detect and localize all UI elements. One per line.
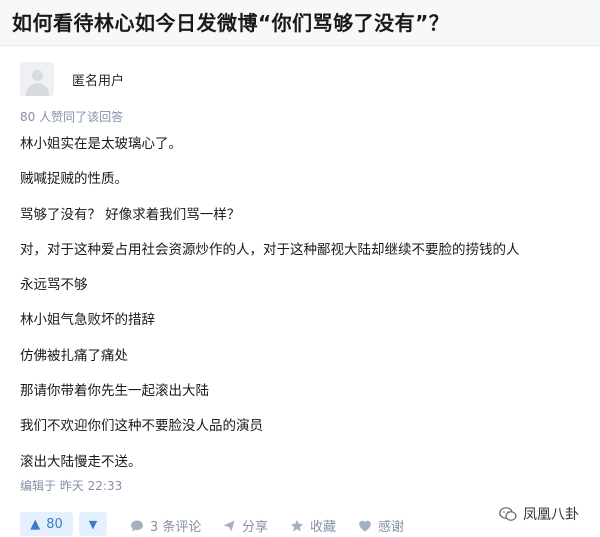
thanks-button[interactable]: 感谢 (358, 516, 404, 535)
triangle-up-icon: ▲ (30, 516, 41, 532)
share-icon (223, 520, 235, 531)
upvote-button[interactable]: ▲ 80 (20, 512, 73, 536)
collect-label: 收藏 (310, 520, 337, 535)
answer-paragraph: 滚出大陆慢走不送。 (20, 453, 142, 470)
star-icon (291, 519, 303, 531)
answer-paragraph: 林小姐气急败坏的措辞 (20, 312, 155, 329)
comments-label: 3 条评论 (150, 520, 202, 535)
share-label: 分享 (242, 520, 269, 535)
collect-button[interactable]: 收藏 (290, 516, 336, 535)
share-button[interactable]: 分享 (222, 516, 268, 535)
avatar[interactable] (20, 62, 54, 96)
downvote-button[interactable]: ▼ (79, 512, 107, 536)
watermark-text: 凤凰八卦 (523, 507, 579, 523)
comments-button[interactable]: 3 条评论 (130, 516, 201, 535)
question-title[interactable]: 如何看待林心如今日发微博“你们骂够了没有”？ (12, 7, 449, 36)
edited-timestamp[interactable]: 编辑于 昨天 22:33 (20, 477, 122, 494)
triangle-down-icon: ▼ (88, 517, 98, 531)
answer-paragraph: 永远骂不够 (20, 277, 88, 294)
author-name: 匿名用户 (72, 73, 125, 89)
answer-paragraph: 那请你带着你先生一起滚出大陆 (20, 383, 209, 400)
heart-icon (359, 520, 371, 531)
answer-paragraph: 我们不欢迎你们这种不要脸没人品的演员 (20, 418, 263, 435)
watermark: 凤凰八卦 (495, 502, 583, 526)
answer-paragraph: 林小姐实在是太玻璃心了。 (20, 136, 182, 152)
answer-content: 林小姐实在是太玻璃心了。 贼喊捉贼的性质。 骂够了没有？ 好像求着我们骂一样？ … (20, 134, 590, 487)
question-header: 如何看待林心如今日发微博“你们骂够了没有”？ (0, 0, 600, 46)
upvote-summary[interactable]: 80 人赞同了该回答 (20, 108, 123, 125)
wechat-icon (499, 506, 517, 521)
thanks-label: 感谢 (378, 520, 405, 535)
comment-icon (131, 520, 143, 531)
upvote-count: 80 (46, 516, 63, 532)
answer-paragraph: 骂够了没有？ 好像求着我们骂一样？ (20, 206, 241, 223)
answer-paragraph: 对，对于这种爱占用社会资源炒作的人，对于这种鄙视大陆却继续不要脸的捞钱的人 (20, 241, 520, 258)
answer-paragraph: 贼喊捉贼的性质。 (20, 171, 128, 188)
author-info: 匿名用户 (20, 59, 124, 99)
answer-paragraph: 仿佛被扎痛了痛处 (20, 347, 128, 364)
